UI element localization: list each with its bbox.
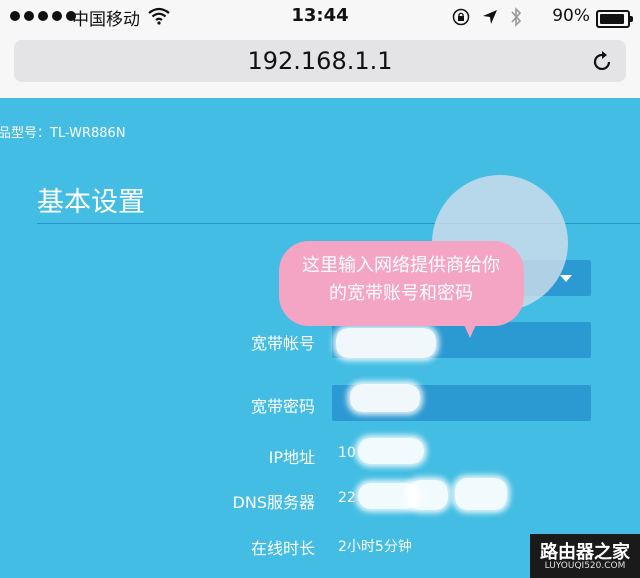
battery-percent: 90% [552, 6, 590, 26]
connection-type-label: 上网 [0, 268, 315, 292]
ip-address-value: 10 [338, 445, 356, 461]
battery-icon [596, 10, 633, 28]
callout-text: 这里输入网络提供商给你 的宽带账号和密码 [285, 252, 517, 308]
redaction-scribble [408, 480, 448, 510]
redaction-scribble [455, 478, 507, 510]
orientation-lock-icon [452, 8, 470, 30]
redaction-scribble [336, 328, 436, 358]
broadband-account-label: 宽带帐号 [250, 334, 315, 353]
clock: 13:44 [291, 5, 349, 26]
reload-icon[interactable] [592, 49, 614, 77]
location-arrow-icon [482, 9, 498, 29]
broadband-password-label: 宽带密码 [250, 397, 315, 416]
bluetooth-icon [510, 7, 522, 31]
status-bar: 中国移动 13:44 90% [0, 0, 640, 34]
online-time-label: 在线时长 [250, 539, 315, 558]
callout-line-1: 这里输入网络提供商给你 [302, 255, 500, 276]
callout-tail [462, 320, 478, 338]
dns-server-value: 22 [338, 490, 356, 506]
watermark-sub: LUYOUQI520.COM [544, 561, 626, 571]
watermark-logo: 路由器之家 LUYOUQI520.COM [530, 534, 640, 578]
ip-address-label: IP地址 [268, 448, 315, 467]
redaction-scribble [350, 384, 420, 412]
url-text[interactable]: 192.168.1.1 [14, 47, 626, 75]
redaction-scribble [358, 438, 424, 464]
dns-server-label: DNS服务器 [232, 493, 315, 512]
model-label: 品型号：TL-WR886N [0, 126, 126, 141]
address-bar[interactable]: 192.168.1.1 [14, 40, 626, 82]
callout-line-2: 的宽带账号和密码 [329, 283, 473, 304]
section-title: 基本设置 [37, 187, 145, 218]
router-page: 品型号：TL-WR886N 基本设置 上网 宽带帐号 宽带密码 IP地址 10 … [0, 98, 640, 578]
online-time-value: 2小时5分钟 [338, 539, 412, 555]
